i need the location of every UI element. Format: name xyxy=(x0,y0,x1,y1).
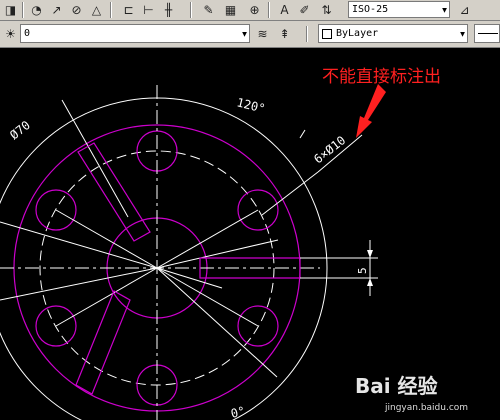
toolbar-separator xyxy=(22,2,24,18)
diameter-dimension-text: Ø70 xyxy=(7,118,33,142)
dim-arc-icon[interactable]: ◔ xyxy=(28,1,45,18)
drawing-canvas[interactable]: 120° Ø70 6×Ø10 5 0° xyxy=(0,48,500,420)
dimension-line xyxy=(156,239,279,269)
color-value: ByLayer xyxy=(336,28,379,39)
dimension-line xyxy=(156,267,278,378)
dimstyle-value: ISO-25 xyxy=(352,4,389,15)
make-current-layer-icon[interactable]: ≋ xyxy=(254,25,271,42)
layer-value: 0 xyxy=(24,28,31,39)
standard-toolbar: ◨ ◔ ↗ ⊘ △ ⊏ ⊢ ╫ ✎ ▦ ⊕ A ✐ ⇅ ISO-25 ▼ ⊿ xyxy=(0,0,500,21)
chevron-down-icon: ▼ xyxy=(442,5,447,14)
layer-state-icon[interactable]: ☀ xyxy=(2,25,19,42)
toolbar-button-icon[interactable]: ◨ xyxy=(2,1,19,18)
toolbar-separator xyxy=(268,2,270,18)
radial-line xyxy=(156,267,259,327)
annotation-label: 不能直接标注出 xyxy=(322,67,441,87)
dim-angular-icon[interactable]: △ xyxy=(88,1,105,18)
dim-diameter-icon[interactable]: ⊘ xyxy=(68,1,85,18)
dim-baseline-icon[interactable]: ⊏ xyxy=(120,1,137,18)
dim-radius-icon[interactable]: ↗ xyxy=(48,1,65,18)
dimstyle-select[interactable]: ISO-25 ▼ xyxy=(348,1,450,18)
radial-line xyxy=(55,267,158,327)
toolbar-separator xyxy=(306,26,308,42)
bottom-angle-text: 0° xyxy=(229,404,246,420)
toolbar-separator xyxy=(110,2,112,18)
slot-width-dimension-text: 5 xyxy=(356,267,369,274)
leader-icon[interactable]: ✎ xyxy=(200,1,217,18)
dim-quick-icon[interactable]: ╫ xyxy=(160,1,177,18)
color-swatch-icon xyxy=(322,28,332,39)
dimension-line xyxy=(0,221,158,269)
toolbar-separator xyxy=(190,2,192,18)
radial-line xyxy=(156,209,259,269)
layers-toolbar: ☀ 0 ▼ ≋ ⇞ ByLayer ▼ xyxy=(0,21,500,48)
watermark-url: jingyan.baidu.com xyxy=(385,403,469,413)
keyway-slot xyxy=(75,290,131,395)
watermark-logo: Bai 经验 xyxy=(355,374,438,398)
dim-style-manager-icon[interactable]: ⊿ xyxy=(456,1,473,18)
dim-update-icon[interactable]: ⇅ xyxy=(318,1,335,18)
color-select[interactable]: ByLayer ▼ xyxy=(318,24,468,43)
chevron-down-icon: ▼ xyxy=(460,29,465,38)
arrowhead xyxy=(367,278,373,286)
angle-extension-line xyxy=(299,129,306,139)
arrowhead xyxy=(367,250,373,258)
layer-previous-icon[interactable]: ⇞ xyxy=(276,25,293,42)
angle-dimension-text: 120° xyxy=(235,95,266,116)
dimension-line xyxy=(0,267,158,301)
center-mark-icon[interactable]: ⊕ xyxy=(246,1,263,18)
layer-select[interactable]: 0 ▼ xyxy=(20,24,250,43)
dim-continue-icon[interactable]: ⊢ xyxy=(140,1,157,18)
dim-text-edit-icon[interactable]: ✐ xyxy=(296,1,313,18)
holes-dimension-text: 6×Ø10 xyxy=(311,133,348,166)
angle-extension-line xyxy=(61,99,129,218)
linetype-select[interactable] xyxy=(474,24,500,43)
annotation-arrow xyxy=(356,84,386,138)
chevron-down-icon: ▼ xyxy=(242,29,247,38)
tolerance-icon[interactable]: ▦ xyxy=(222,1,239,18)
outer-circle xyxy=(0,97,328,420)
dim-edit-icon[interactable]: A xyxy=(276,1,293,18)
linetype-preview xyxy=(478,33,498,34)
